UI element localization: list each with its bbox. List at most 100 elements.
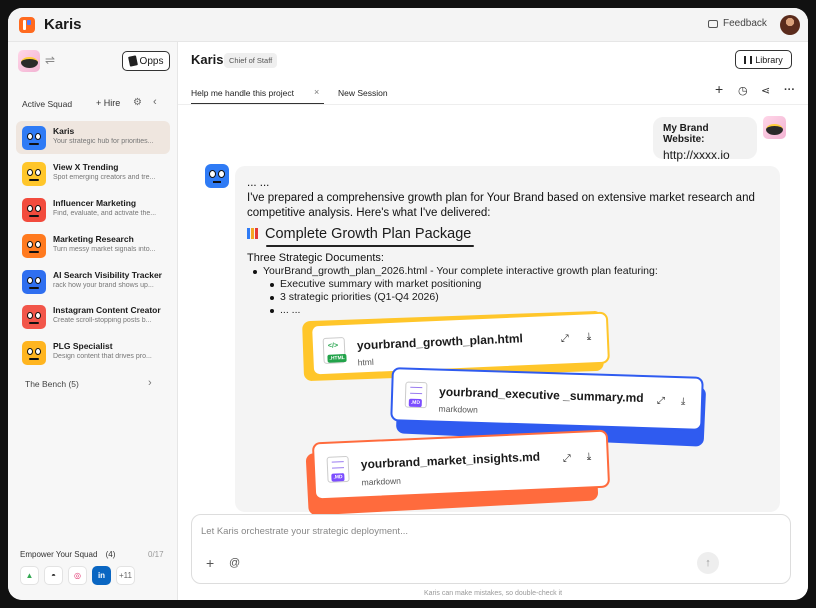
agent-desc: Find, evaluate, and activate the... — [53, 210, 157, 217]
agent-name: Marketing Research — [53, 234, 134, 244]
user-message: My Brand Website: http://xxxx.io — [653, 117, 757, 162]
mention-icon[interactable]: @ — [229, 557, 240, 569]
empower-count: (4) — [105, 550, 116, 559]
feedback-label: Feedback — [723, 18, 767, 29]
google-drive-icon[interactable]: ▲ — [20, 566, 39, 585]
disclaimer: Karis can make mistakes, so double-check… — [423, 590, 563, 597]
user-message-line1: My Brand Website: — [663, 123, 709, 145]
agent-item-influencer-marketing[interactable]: Influencer Marketing Find, evaluate, and… — [16, 193, 170, 226]
agent-desc: Turn messy market signals into... — [53, 246, 156, 253]
history-icon[interactable]: ◷ — [738, 84, 748, 97]
download-icon[interactable]: ⤓ — [681, 396, 686, 407]
bullet-dot — [270, 283, 274, 287]
file-tag: .MD — [331, 473, 345, 482]
bar-chart-icon — [247, 228, 259, 239]
github-icon[interactable]: ◓ — [44, 566, 63, 585]
chat-title: Karis — [191, 52, 224, 67]
hire-button[interactable]: + Hire — [96, 98, 120, 108]
send-button[interactable]: ↑ — [697, 552, 719, 574]
workspace-avatar[interactable] — [18, 50, 40, 72]
library-button[interactable]: Library — [735, 50, 792, 69]
sub-bullet-2: 3 strategic priorities (Q1-Q4 2026) — [280, 291, 439, 303]
download-icon[interactable]: ⤓ — [587, 331, 592, 342]
more-tools-button[interactable]: +11 — [116, 566, 135, 585]
linkedin-icon[interactable]: in — [92, 566, 111, 585]
agent-view-x-icon — [22, 162, 46, 186]
bullet-growth-plan: YourBrand_growth_plan_2026.html - Your c… — [263, 265, 658, 277]
user-message-avatar — [763, 116, 786, 139]
docs-heading: Three Strategic Documents: — [247, 252, 384, 264]
expand-icon[interactable]: ⤢ — [657, 395, 665, 406]
file-tag: .HTML — [327, 353, 347, 363]
empower-ratio: 0/17 — [148, 550, 164, 559]
top-bar: Karis Feedback — [8, 8, 808, 42]
file-type: markdown — [438, 403, 479, 415]
empower-label: Empower Your Squad — [20, 550, 98, 559]
agent-instagram-icon — [22, 305, 46, 329]
agent-influencer-icon — [22, 198, 46, 222]
file-card-executive-summary[interactable]: .MD yourbrand_executive _summary.md mark… — [390, 367, 704, 431]
agent-name: Instagram Content Creator — [53, 305, 161, 315]
chevron-left-icon[interactable]: ‹ — [153, 96, 157, 108]
agent-research-icon — [22, 234, 46, 258]
feedback-button[interactable]: Feedback — [708, 18, 767, 29]
agent-item-view-x-trending[interactable]: View X Trending Spot emerging creators a… — [16, 157, 170, 190]
chevron-right-icon[interactable]: › — [148, 377, 152, 389]
karis-bot-avatar — [205, 164, 229, 188]
agent-name: View X Trending — [53, 162, 119, 172]
agent-desc: rack how your brand shows up... — [53, 282, 154, 289]
cards-icon — [127, 55, 138, 67]
opps-button[interactable]: Opps — [122, 51, 170, 71]
library-icon — [744, 55, 753, 64]
swap-icon[interactable]: ⇌ — [45, 53, 55, 67]
agent-karis-icon — [22, 126, 46, 150]
agent-item-marketing-research[interactable]: Marketing Research Turn messy market sig… — [16, 229, 170, 262]
agent-name: Influencer Marketing — [53, 198, 137, 208]
html-file-icon: </> .HTML — [322, 337, 347, 364]
file-type: html — [357, 356, 374, 368]
more-icon[interactable]: ··· — [784, 84, 795, 96]
agent-plg-icon — [22, 341, 46, 365]
package-title-text: Complete Growth Plan Package — [265, 226, 472, 242]
app-title: Karis — [44, 16, 82, 33]
sub-bullet-3: ... ... — [280, 304, 301, 316]
agent-desc: Design content that drives pro... — [53, 353, 152, 360]
agent-item-instagram-content[interactable]: Instagram Content Creator Create scroll-… — [16, 300, 170, 333]
file-tag: .MD — [408, 398, 423, 408]
agent-item-ai-search-visibility[interactable]: AI Search Visibility Tracker rack how yo… — [16, 265, 170, 298]
expand-icon[interactable]: ⤢ — [563, 453, 571, 464]
agent-name: AI Search Visibility Tracker — [53, 270, 162, 280]
gear-icon[interactable]: ⚙ — [133, 97, 142, 108]
composer-input[interactable]: Let Karis orchestrate your strategic dep… — [201, 526, 408, 537]
library-label: Library — [755, 54, 783, 65]
empower-heading: Empower Your Squad (4) — [20, 550, 115, 559]
role-badge: Chief of Staff — [224, 53, 278, 68]
tab-help-me-handle[interactable]: Help me handle this project — [191, 88, 294, 98]
bench-toggle[interactable]: The Bench (5) — [25, 379, 79, 389]
chat-panel: Karis Chief of Staff Library Help me han… — [178, 42, 808, 600]
agent-item-plg-specialist[interactable]: PLG Specialist Design content that drive… — [16, 336, 170, 369]
file-type: markdown — [361, 475, 402, 488]
tab-new-session[interactable]: New Session — [338, 88, 388, 98]
user-avatar[interactable] — [780, 15, 800, 35]
download-icon[interactable]: ⤓ — [587, 451, 592, 462]
title-underline — [266, 245, 474, 247]
plus-icon[interactable]: + — [715, 81, 723, 97]
attach-plus-icon[interactable]: + — [206, 555, 214, 571]
sidebar: ⇌ Opps Active Squad + Hire ⚙ ‹ Karis You… — [8, 42, 178, 600]
agent-item-karis[interactable]: Karis Your strategic hub for priorities.… — [16, 121, 170, 154]
close-icon[interactable]: × — [314, 87, 319, 97]
user-message-line2: http://xxxx.io — [663, 148, 730, 162]
bot-ellipsis: ... ... — [247, 177, 270, 189]
file-name: yourbrand_growth_plan.html — [356, 331, 524, 353]
instagram-icon[interactable]: ◎ — [68, 566, 87, 585]
bullet-dot — [270, 309, 274, 313]
agent-name: PLG Specialist — [53, 341, 113, 351]
message-composer[interactable]: Let Karis orchestrate your strategic dep… — [191, 514, 791, 584]
bot-intro-line2: competitive analysis. Here's what I've d… — [247, 207, 491, 219]
share-icon[interactable]: ⋖ — [761, 84, 770, 97]
agent-desc: Your strategic hub for priorities... — [53, 138, 154, 145]
message-icon — [708, 19, 718, 28]
file-name: yourbrand_executive _summary.md — [438, 384, 644, 406]
expand-icon[interactable]: ⤢ — [561, 333, 569, 344]
